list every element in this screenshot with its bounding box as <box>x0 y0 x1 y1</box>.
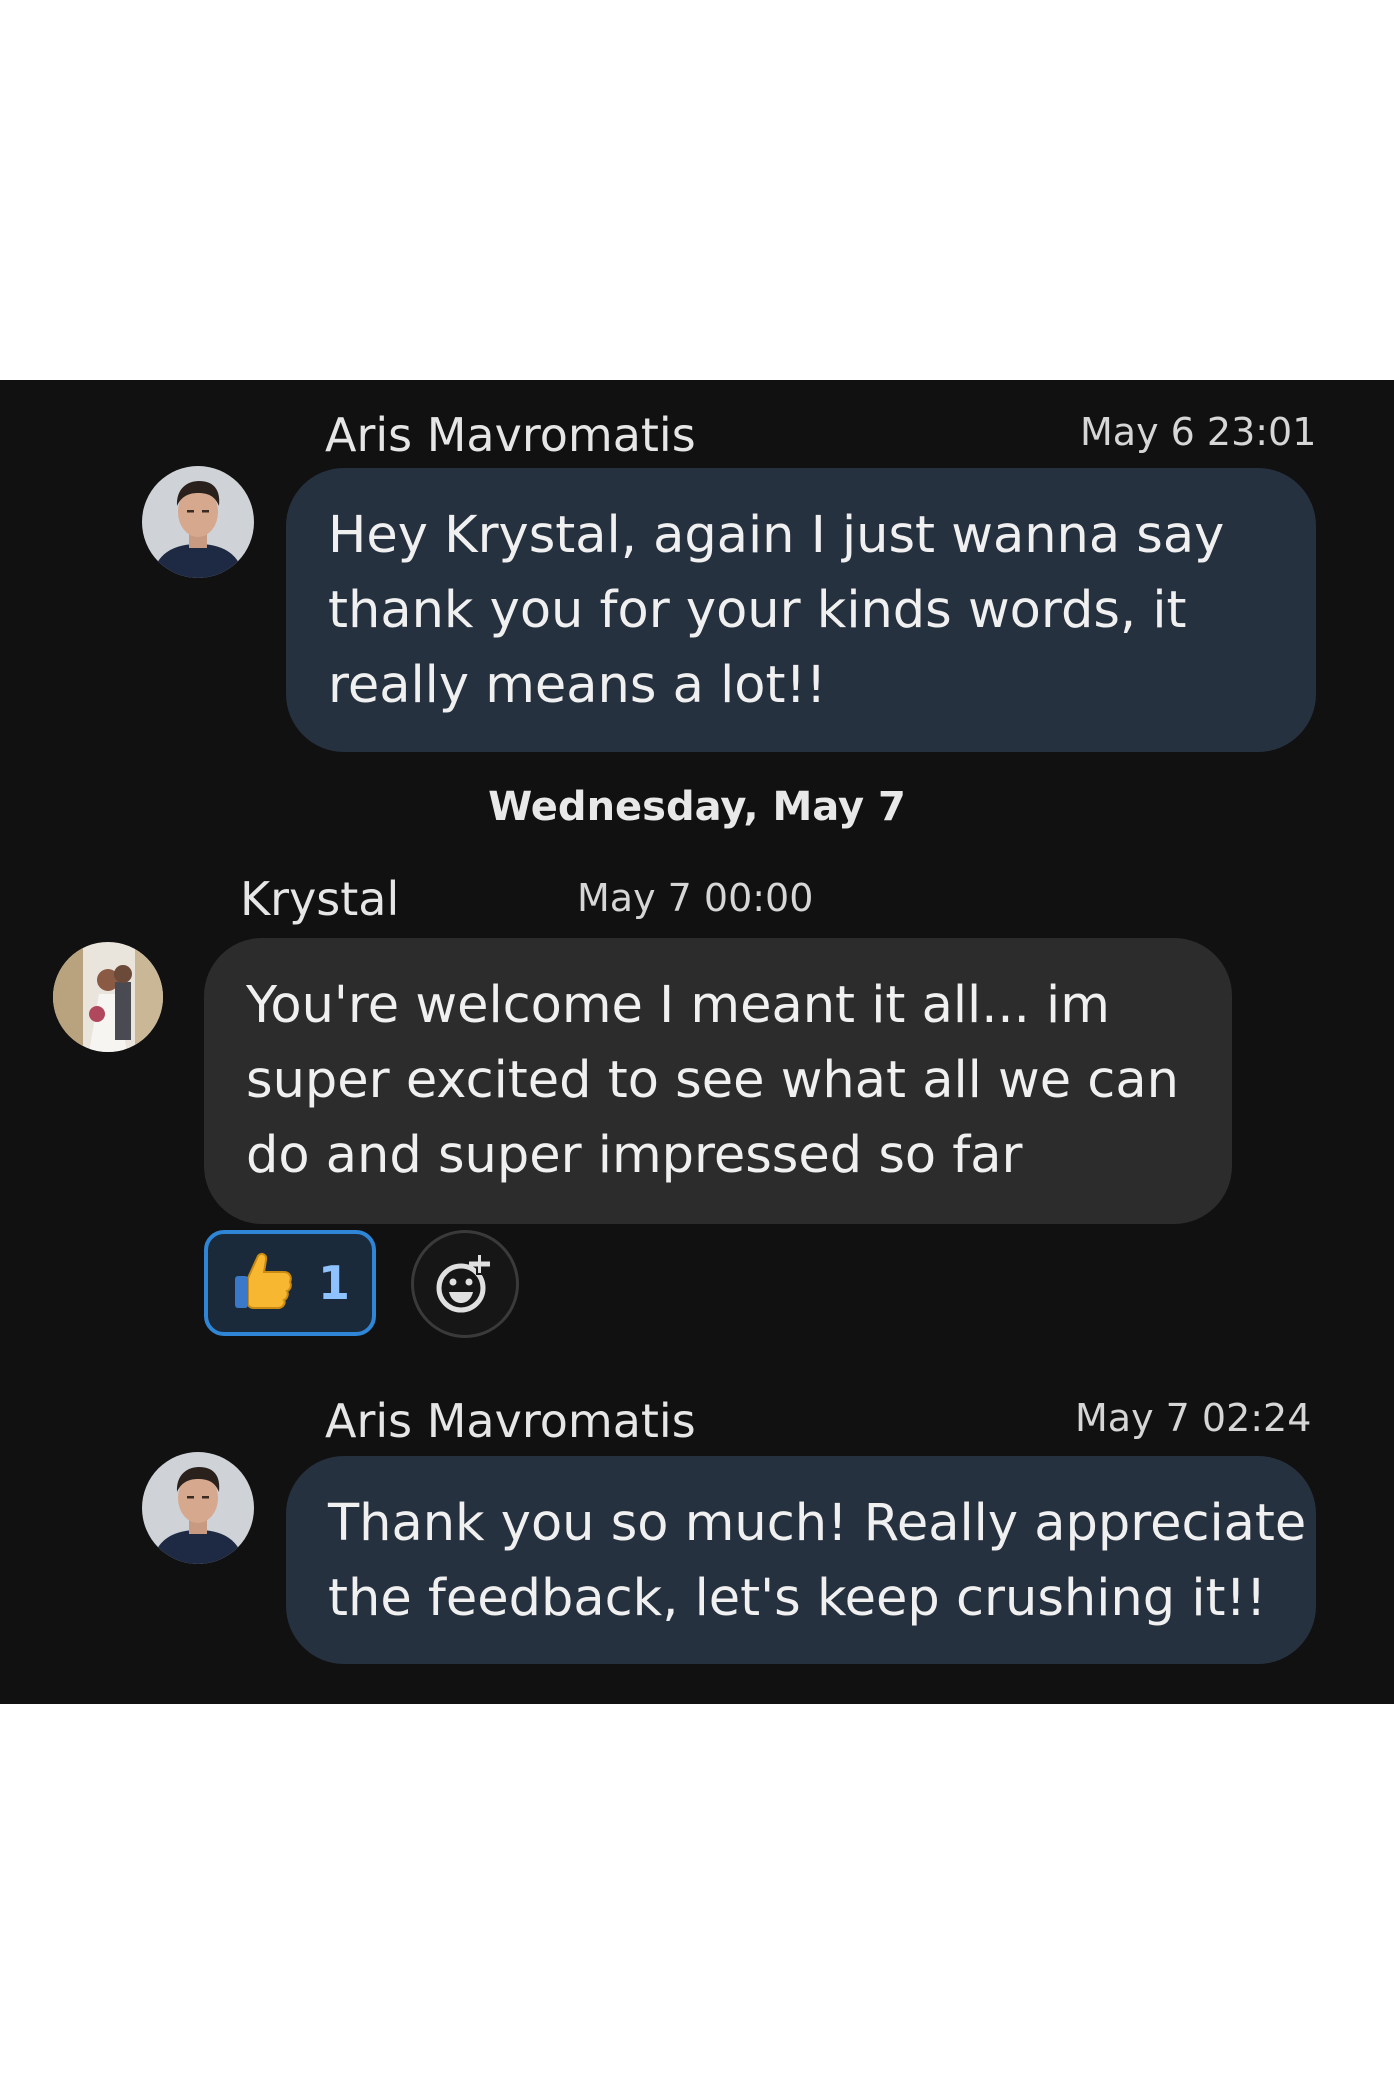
avatar-aris-photo <box>142 466 254 578</box>
message-timestamp: May 6 23:01 <box>1080 410 1317 454</box>
avatar-aris[interactable] <box>142 1452 254 1564</box>
message-sender-name: Krystal <box>240 872 400 926</box>
reaction-count: 1 <box>317 1256 350 1310</box>
message-timestamp: May 7 00:00 <box>577 876 814 920</box>
add-reaction-button[interactable] <box>411 1230 519 1338</box>
message-sender-name: Aris Mavromatis <box>325 408 696 462</box>
message-text-line: Thank you so much! Really appreciate <box>328 1494 1307 1553</box>
avatar-aris[interactable] <box>142 466 254 578</box>
message-bubble[interactable]: Hey Krystal, again I just wanna say than… <box>286 468 1316 752</box>
avatar-krystal[interactable] <box>53 942 163 1052</box>
message-bubble[interactable]: Thank you so much! Really appreciate the… <box>286 1456 1316 1664</box>
message-bubble[interactable]: You're welcome I meant it all... im supe… <box>204 938 1232 1224</box>
avatar-krystal-photo <box>53 942 163 1052</box>
message-text-line: Hey Krystal, again I just wanna say <box>328 506 1225 565</box>
message-text-line: really means a lot!! <box>328 656 827 715</box>
chat-thread: Aris Mavromatis May 6 23:01 Hey Krystal,… <box>0 380 1394 1704</box>
message-text-line: You're welcome I meant it all... im <box>246 976 1110 1035</box>
message-timestamp: May 7 02:24 <box>1075 1396 1312 1440</box>
message-sender-name: Aris Mavromatis <box>325 1394 696 1448</box>
message-text-line: do and super impressed so far <box>246 1126 1023 1185</box>
message-text-line: thank you for your kinds words, it <box>328 581 1187 640</box>
thumbs-up-emoji <box>230 1248 296 1319</box>
add-reaction-icon <box>436 1253 490 1313</box>
avatar-aris-photo <box>142 1452 254 1564</box>
reaction-chip-thumbs-up[interactable]: 1 <box>204 1230 376 1336</box>
message-text-line: the feedback, let's keep crushing it!! <box>328 1569 1267 1628</box>
date-divider: Wednesday, May 7 <box>488 784 906 830</box>
message-text-line: super excited to see what all we can <box>246 1051 1179 1110</box>
